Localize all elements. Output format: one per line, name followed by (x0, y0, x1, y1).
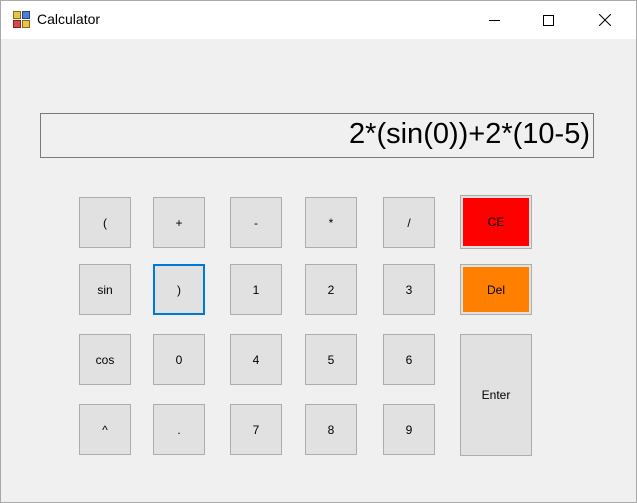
digit-1-button[interactable]: 1 (230, 264, 282, 315)
minimize-button[interactable] (471, 1, 517, 39)
digit-0-button[interactable]: 0 (153, 334, 205, 385)
title-bar[interactable]: Calculator (1, 1, 636, 39)
plus-button[interactable]: + (153, 197, 205, 248)
digit-5-button[interactable]: 5 (305, 334, 357, 385)
calculator-app-icon (13, 11, 30, 28)
close-button[interactable] (582, 1, 628, 39)
calculator-window: Calculator 2*(sin(0))+2*(10-5) ( + - * /… (0, 0, 637, 503)
expression-display[interactable]: 2*(sin(0))+2*(10-5) (40, 113, 594, 158)
close-paren-button[interactable]: ) (153, 264, 205, 315)
digit-7-button[interactable]: 7 (230, 404, 282, 455)
minus-button[interactable]: - (230, 197, 282, 248)
digit-4-button[interactable]: 4 (230, 334, 282, 385)
digit-9-button[interactable]: 9 (383, 404, 435, 455)
decimal-point-button[interactable]: . (153, 404, 205, 455)
close-icon (599, 14, 611, 26)
sin-button[interactable]: sin (79, 264, 131, 315)
multiply-button[interactable]: * (305, 197, 357, 248)
digit-3-button[interactable]: 3 (383, 264, 435, 315)
window-title: Calculator (37, 11, 101, 27)
delete-label: Del (463, 267, 529, 312)
delete-button[interactable]: Del (460, 264, 532, 315)
power-button[interactable]: ^ (79, 404, 131, 455)
maximize-button[interactable] (525, 1, 571, 39)
open-paren-button[interactable]: ( (79, 197, 131, 248)
digit-6-button[interactable]: 6 (383, 334, 435, 385)
cos-button[interactable]: cos (79, 334, 131, 385)
digit-2-button[interactable]: 2 (305, 264, 357, 315)
clear-entry-label: CE (463, 198, 529, 246)
digit-8-button[interactable]: 8 (305, 404, 357, 455)
expression-text: 2*(sin(0))+2*(10-5) (349, 118, 590, 150)
clear-entry-button[interactable]: CE (460, 195, 532, 249)
enter-button[interactable]: Enter (460, 334, 532, 456)
maximize-icon (542, 14, 554, 26)
minimize-icon (488, 19, 500, 21)
divide-button[interactable]: / (383, 197, 435, 248)
